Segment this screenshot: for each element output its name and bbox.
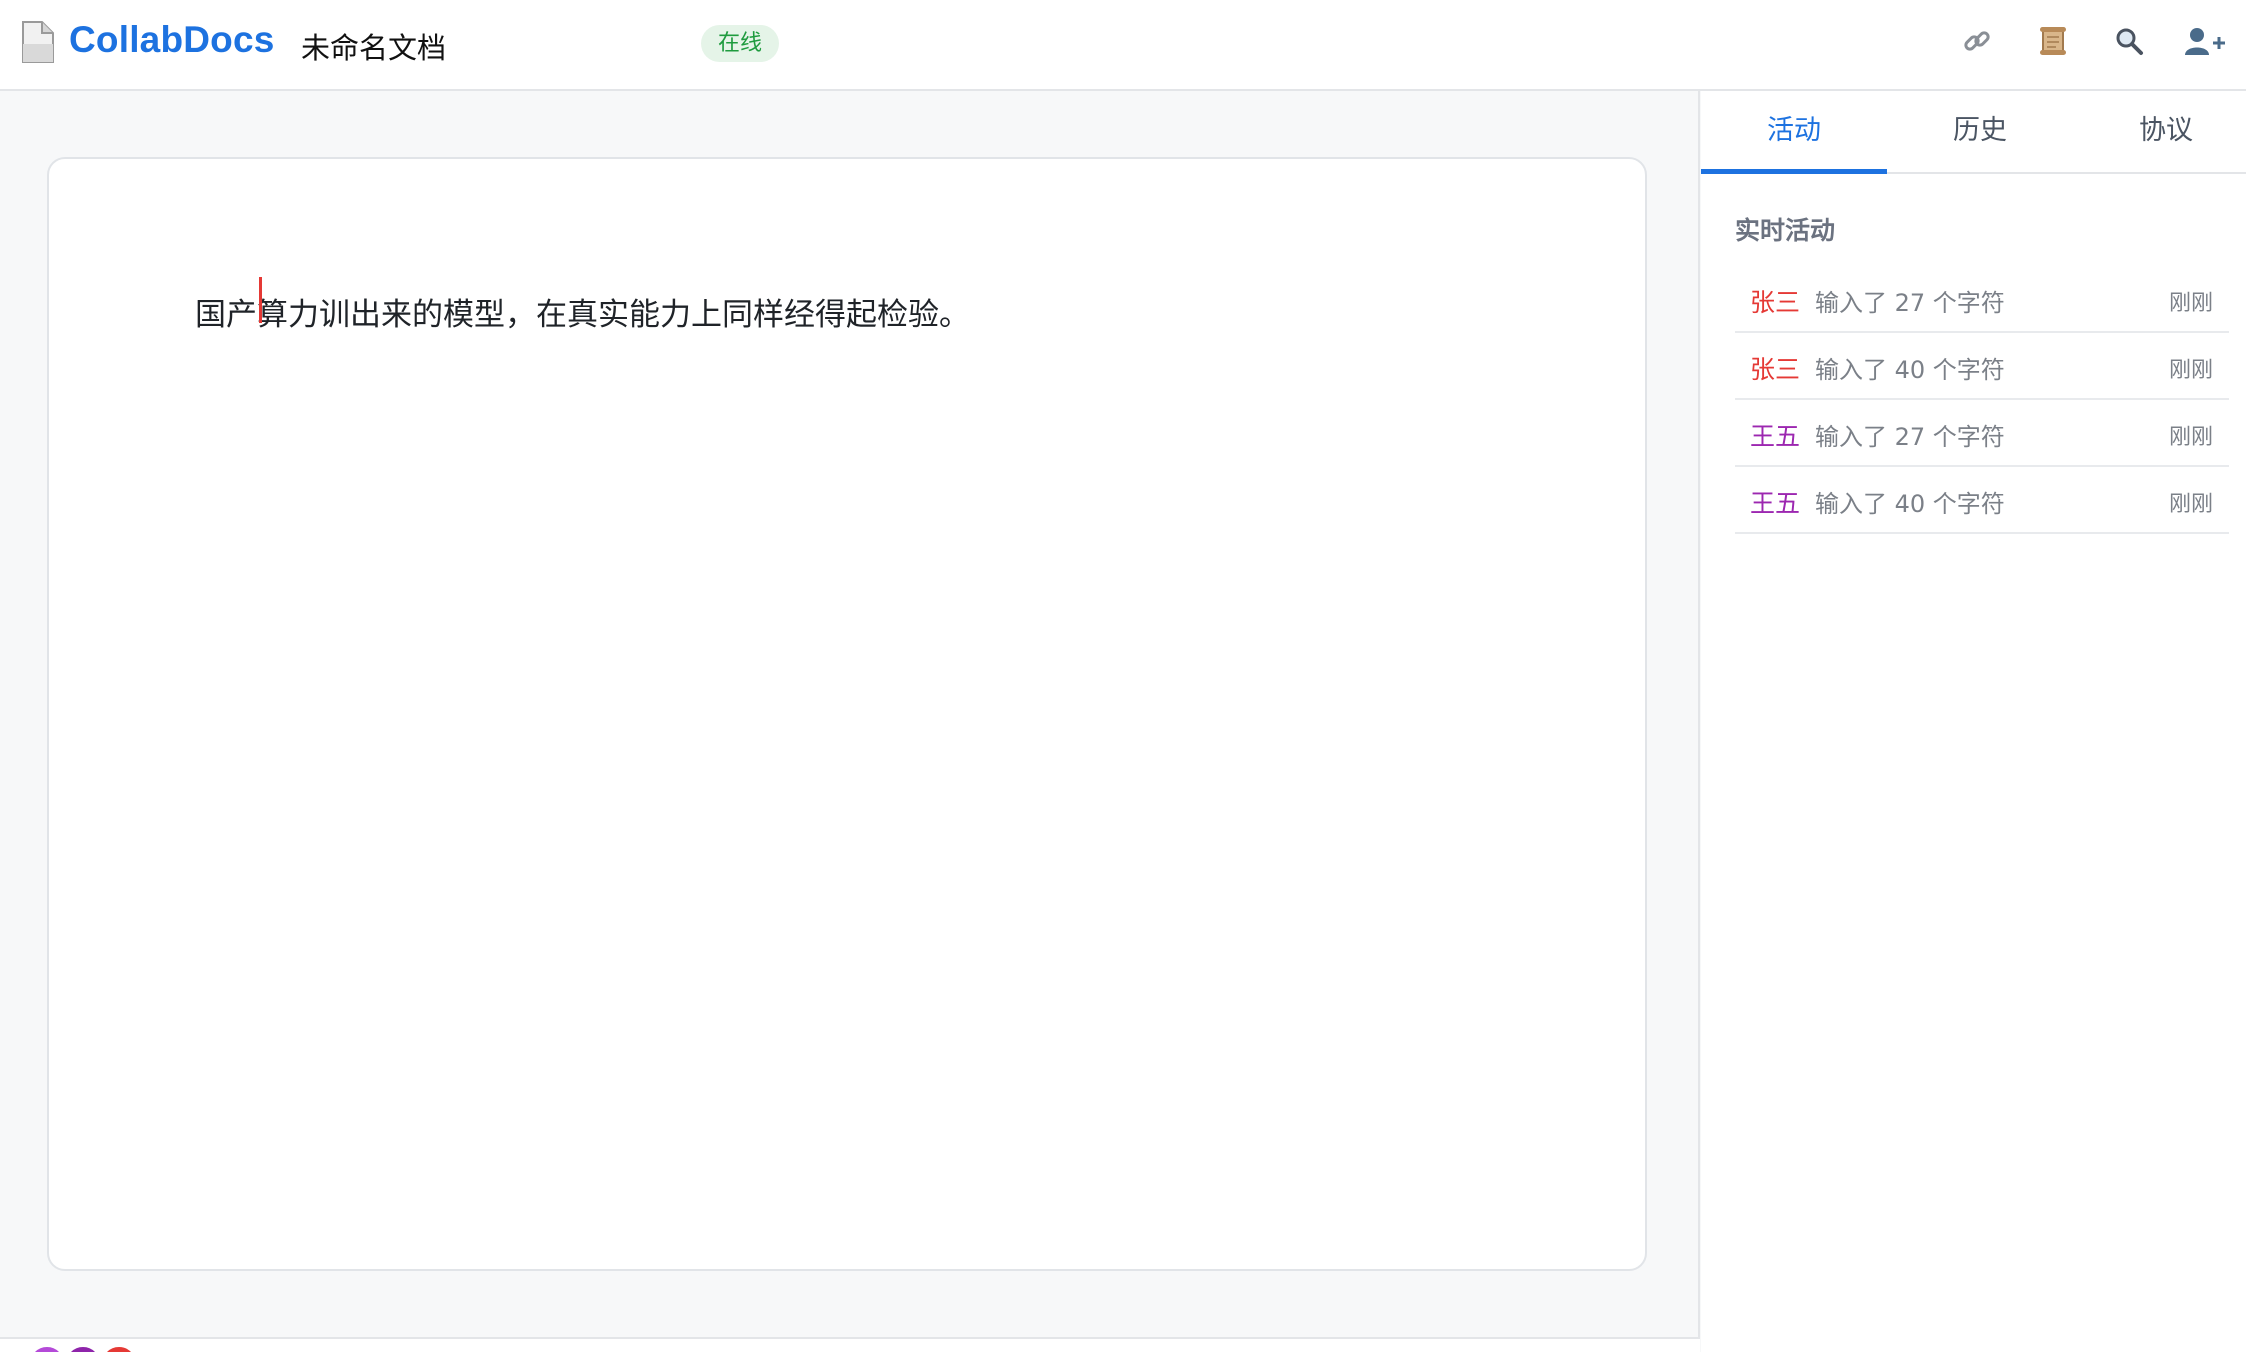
tab-activity[interactable]: 活动 xyxy=(1701,91,1887,174)
activity-user: 张三 xyxy=(1750,288,1801,317)
activity-description: 输入了 27 个字符 xyxy=(1815,423,2005,451)
scroll-icon xyxy=(2038,25,2068,61)
status-badge: 在线 xyxy=(701,25,780,62)
add-user-button[interactable] xyxy=(2180,20,2230,66)
search-button[interactable] xyxy=(2104,20,2154,66)
tab-history[interactable]: 历史 xyxy=(1887,91,2073,174)
link-icon xyxy=(1961,25,1993,61)
bottom-bar xyxy=(0,1337,1700,1352)
activity-description: 输入了 40 个字符 xyxy=(1815,356,2005,384)
list-item: 张三 输入了 27 个字符 刚刚 xyxy=(1735,266,2229,333)
activity-description: 输入了 40 个字符 xyxy=(1815,490,2005,518)
list-item: 张三 输入了 40 个字符 刚刚 xyxy=(1735,333,2229,400)
tab-protocol[interactable]: 协议 xyxy=(2073,91,2246,174)
activity-time: 刚刚 xyxy=(2168,291,2213,316)
document-log-button[interactable] xyxy=(2028,20,2078,66)
avatar[interactable] xyxy=(28,1345,66,1352)
right-sidebar: 活动 历史 协议 实时活动 张三 输入了 27 个字符 刚刚 张三 输入了 40… xyxy=(1701,91,2246,1352)
share-link-button[interactable] xyxy=(1952,20,2002,66)
header-actions xyxy=(1926,20,2230,66)
app-logo-text[interactable]: CollabDocs xyxy=(69,19,275,61)
list-item: 王五 输入了 40 个字符 刚刚 xyxy=(1735,467,2229,534)
top-header: CollabDocs 未命名文档 在线 xyxy=(0,0,2246,91)
list-item: 王五 输入了 27 个字符 刚刚 xyxy=(1735,400,2229,467)
activity-time: 刚刚 xyxy=(2168,492,2213,517)
editor-page[interactable]: 国产算力训出来的模型，在真实能力上同样经得起检验。 xyxy=(47,157,1647,1271)
document-title[interactable]: 未命名文档 xyxy=(301,25,446,67)
activity-user: 王五 xyxy=(1750,422,1801,451)
add-user-icon xyxy=(2183,26,2227,60)
document-icon xyxy=(20,20,56,64)
activity-user: 王五 xyxy=(1750,489,1801,518)
activity-user: 张三 xyxy=(1750,355,1801,384)
section-title: 实时活动 xyxy=(1735,216,1836,245)
editor-content[interactable]: 国产算力训出来的模型，在真实能力上同样经得起检验。 xyxy=(195,289,970,334)
remote-cursor-caret xyxy=(259,277,262,323)
avatar[interactable] xyxy=(64,1345,102,1352)
sidebar-tabs: 活动 历史 协议 xyxy=(1701,91,2246,174)
avatar[interactable] xyxy=(100,1345,138,1352)
editor-area: 国产算力训出来的模型，在真实能力上同样经得起检验。 xyxy=(0,91,1700,1337)
search-icon xyxy=(2114,26,2144,60)
activity-time: 刚刚 xyxy=(2168,425,2213,450)
activity-list: 张三 输入了 27 个字符 刚刚 张三 输入了 40 个字符 刚刚 王五 输入了… xyxy=(1735,266,2229,534)
activity-time: 刚刚 xyxy=(2168,358,2213,383)
activity-description: 输入了 27 个字符 xyxy=(1815,289,2005,317)
